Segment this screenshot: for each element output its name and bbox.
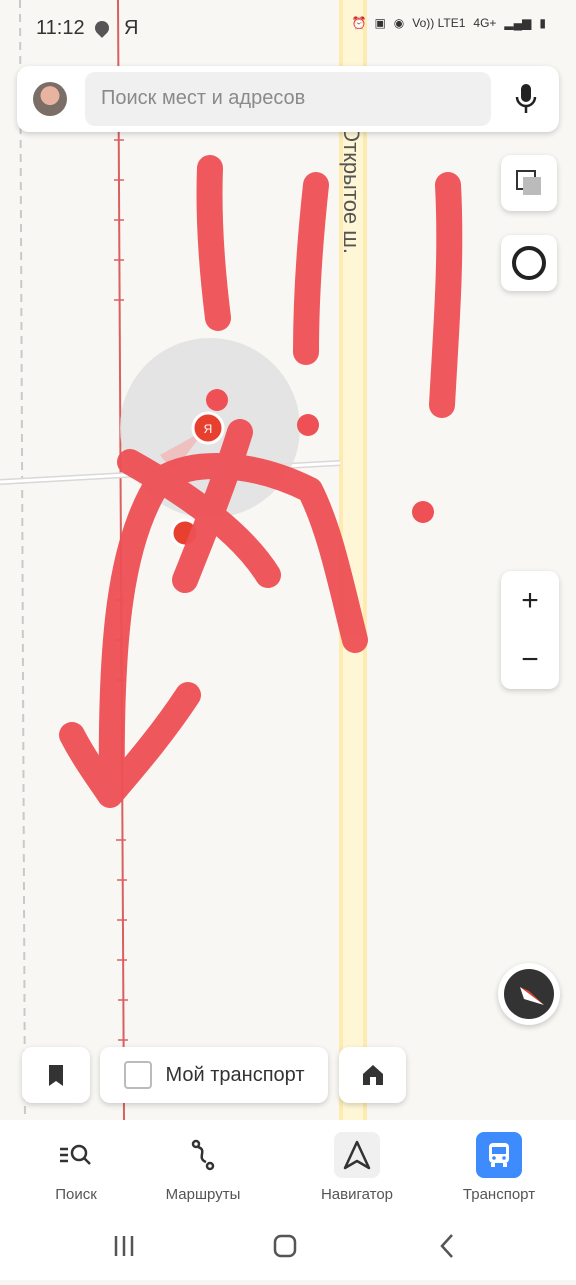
- road-label: Открытое ш.: [339, 125, 364, 254]
- search-bar: Поиск мест и адресов: [17, 66, 559, 132]
- user-marker-letter: Я: [204, 422, 213, 436]
- location-icon: ◉: [393, 16, 405, 30]
- nav-label-search: Поиск: [55, 1186, 97, 1203]
- zoom-in-button[interactable]: +: [501, 571, 559, 630]
- navigator-arrow-icon: [334, 1132, 380, 1178]
- status-icons: ⏰ ▣ ◉ Vo)) LTE1 4G+ ▂▄▆ ▮: [351, 16, 546, 30]
- nav-label-transport: Транспорт: [462, 1186, 536, 1203]
- recents-icon: [114, 1236, 134, 1256]
- network-gen-label: 4G+: [473, 16, 497, 30]
- search-list-icon: [53, 1132, 99, 1178]
- bookmarks-button[interactable]: [22, 1047, 90, 1103]
- microphone-icon[interactable]: [511, 82, 541, 116]
- layers-icon: [516, 170, 541, 195]
- search-placeholder: Поиск мест и адресов: [101, 87, 306, 109]
- back-icon: [440, 1234, 453, 1258]
- layers-button[interactable]: [501, 155, 557, 211]
- nav-search[interactable]: Поиск: [21, 1132, 131, 1203]
- battery-saver-icon: ▣: [374, 16, 386, 30]
- nav-routes[interactable]: Маршруты: [148, 1132, 258, 1203]
- location-pin-icon: [92, 18, 112, 38]
- alice-assistant-icon: [512, 246, 546, 280]
- nav-transport[interactable]: Транспорт: [444, 1132, 554, 1203]
- status-time: 11:12: [36, 17, 85, 39]
- my-transport-button[interactable]: Мой транспорт: [100, 1047, 328, 1103]
- system-nav-icons: [114, 1234, 453, 1258]
- compass-button[interactable]: [498, 963, 560, 1025]
- status-bar: 11:12 Я ⏰ ▣ ◉ Vo)) LTE1 4G+ ▂▄▆ ▮: [0, 0, 576, 58]
- avatar[interactable]: [33, 82, 67, 116]
- map-view[interactable]: Открытое ш. Я: [0, 0, 576, 1120]
- bookmarks-icon: [49, 1065, 63, 1086]
- nav-label-navigator: Навигатор: [320, 1186, 394, 1203]
- bottom-navigation: Поиск Маршруты Навигатор Транспорт: [0, 1120, 576, 1220]
- alice-button[interactable]: [501, 235, 557, 291]
- system-navigation-bar: [0, 1220, 576, 1280]
- my-transport-label: Мой транспорт: [165, 1063, 305, 1086]
- nav-label-routes: Маршруты: [165, 1186, 241, 1203]
- route-icon: [180, 1132, 226, 1178]
- nav-navigator[interactable]: Навигатор: [302, 1132, 412, 1203]
- compass-icon: [504, 969, 554, 1019]
- home-button[interactable]: [339, 1047, 406, 1103]
- bus-icon: [476, 1132, 522, 1178]
- zoom-controls: + −: [501, 571, 559, 689]
- search-input[interactable]: Поиск мест и адресов: [85, 72, 491, 126]
- alarm-icon: ⏰: [351, 16, 367, 30]
- signal-icon: ▂▄▆: [504, 16, 532, 30]
- status-app-letter: Я: [124, 17, 139, 39]
- my-transport-checkbox[interactable]: [123, 1061, 152, 1089]
- home-nav-icon: [273, 1234, 297, 1258]
- home-icon: [362, 1065, 383, 1085]
- volte-label: Vo)) LTE1: [412, 16, 466, 30]
- map-canvas: Открытое ш. Я: [0, 0, 463, 1120]
- zoom-out-button[interactable]: −: [501, 630, 559, 689]
- battery-icon: ▮: [539, 16, 546, 30]
